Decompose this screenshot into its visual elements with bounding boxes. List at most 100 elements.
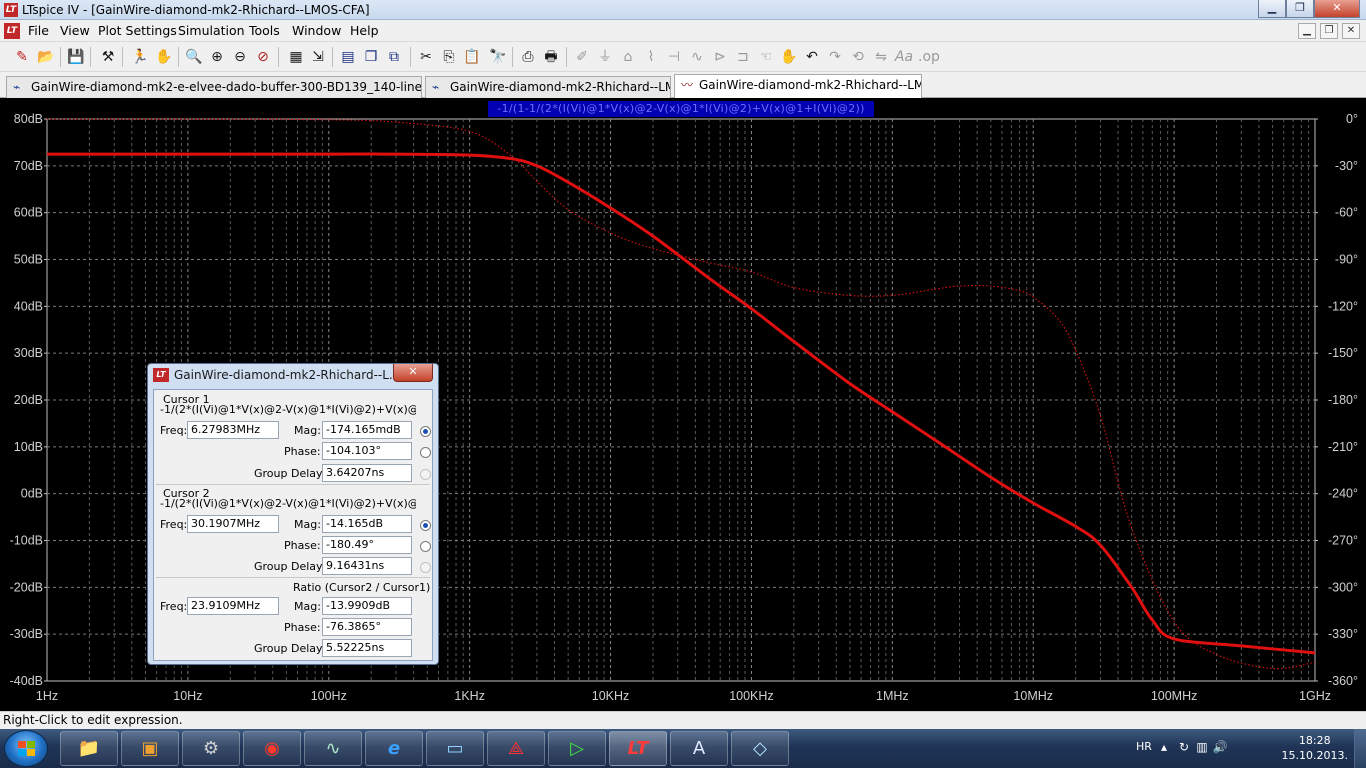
antivirus-icon[interactable]: ◉ (243, 731, 301, 766)
cursor2-freq-label: Freq: (160, 518, 188, 531)
oscilloscope-icon[interactable]: ∿ (304, 731, 362, 766)
save-icon[interactable]: 💾 (66, 47, 86, 67)
cursor2-freq-value[interactable]: 30.1907MHz (187, 515, 279, 533)
mdi-close-button[interactable]: ✕ (1342, 23, 1360, 39)
status-text: Right-Click to edit expression. (3, 713, 183, 727)
label-icon[interactable]: ⌂ (618, 47, 638, 67)
copy-icon[interactable]: ⎘ (439, 47, 459, 67)
cursor-dialog-close-button[interactable]: ✕ (393, 364, 433, 382)
cursor1-phase-radio[interactable] (420, 447, 431, 458)
y-right-tick-label: -150° (1328, 346, 1358, 360)
minimize-button[interactable]: ▁ (1258, 0, 1286, 18)
remote-desktop-icon[interactable]: ▭ (426, 731, 484, 766)
language-indicator[interactable]: HR (1136, 740, 1152, 753)
inductor-icon[interactable]: ∿ (687, 47, 707, 67)
capacitor-icon[interactable]: ⊣ (664, 47, 684, 67)
cursor-dialog[interactable]: LT GainWire-diamond-mk2-Rhichard--L... ✕… (147, 363, 439, 665)
menu-simulation[interactable]: Simulation (178, 23, 245, 38)
mdi-minimize-button[interactable]: ▁ (1298, 23, 1316, 39)
y-left-tick-label: 40dB (14, 299, 43, 313)
move-icon[interactable]: ☜ (756, 47, 776, 67)
menu-plot-settings[interactable]: Plot Settings (98, 23, 177, 38)
redo-icon[interactable]: ↷ (825, 47, 845, 67)
cursor1-freq-value[interactable]: 6.27983MHz (187, 421, 279, 439)
y-left-tick-label: 10dB (14, 440, 43, 454)
cursor2-mag-radio[interactable] (420, 520, 431, 531)
cut-icon[interactable]: ✂ (416, 47, 436, 67)
mirror-icon[interactable]: ⇋ (871, 47, 891, 67)
cursor2-gd-radio[interactable] (420, 562, 431, 573)
drag-icon[interactable]: ✋ (779, 47, 799, 67)
close-all-icon[interactable]: ⧉ (384, 47, 404, 67)
cursor2-phase-radio[interactable] (420, 541, 431, 552)
menu-tools[interactable]: Tools (249, 23, 280, 38)
start-button[interactable] (4, 730, 48, 767)
y-left-tick-label: 30dB (14, 346, 43, 360)
clock[interactable]: 18:28 15.10.2013. (1282, 733, 1348, 763)
acrobat-reader-icon[interactable]: ⟁ (487, 731, 545, 766)
maximize-button[interactable]: ❐ (1286, 0, 1314, 18)
undo-icon[interactable]: ↶ (802, 47, 822, 67)
wordpad-icon[interactable]: A (670, 731, 728, 766)
zoom-in-icon[interactable]: 🔍 (184, 47, 204, 67)
tray-expand-icon[interactable]: ▴ (1156, 739, 1172, 755)
rotate-icon[interactable]: ⟲ (848, 47, 868, 67)
notes-icon[interactable]: ◇ (731, 731, 789, 766)
zoom-cancel-icon[interactable]: ⊘ (253, 47, 273, 67)
ltspice-icon[interactable]: LT (609, 731, 667, 766)
tab-schematic-2[interactable]: ⌁ GainWire-diamond-mk2-Rhichard--LMOS-CF… (425, 76, 671, 98)
ground-icon[interactable]: ⏚ (595, 47, 615, 67)
control-panel-icon[interactable]: ⚒ (98, 47, 118, 67)
find-icon[interactable]: 🔭 (488, 47, 508, 67)
ratio-header: Ratio (Cursor2 / Cursor1) (293, 581, 431, 594)
explorer-icon[interactable]: 📁 (60, 731, 118, 766)
waveform-icon: 〰 (681, 78, 694, 92)
volume-icon[interactable]: 🔊 (1212, 739, 1228, 755)
text-icon[interactable]: Aa (894, 47, 914, 67)
component-icon[interactable]: ⊐ (733, 47, 753, 67)
sim-launcher-icon[interactable]: ▷ (548, 731, 606, 766)
print-icon[interactable]: 🖶 (541, 47, 561, 67)
network-tool-icon[interactable]: ⚙ (182, 731, 240, 766)
app-installer-icon[interactable]: ▣ (121, 731, 179, 766)
run-icon[interactable]: 🏃 (130, 47, 150, 67)
print-setup-icon[interactable]: ⎙ (518, 47, 538, 67)
cursor1-gd-radio[interactable] (420, 469, 431, 480)
tab-schematic-1[interactable]: ⌁ GainWire-diamond-mk2-e-elvee-dado-buff… (6, 76, 422, 98)
halt-icon[interactable]: ✋ (154, 47, 174, 67)
cursor1-mag-radio[interactable] (420, 426, 431, 437)
y-right-tick-label: 0° (1346, 112, 1358, 126)
internet-explorer-icon[interactable]: e (365, 731, 423, 766)
clock-date: 15.10.2013. (1281, 749, 1348, 762)
windows-logo-icon (18, 741, 36, 757)
diode-icon[interactable]: ⊳ (710, 47, 730, 67)
pan-icon[interactable]: ⇲ (308, 47, 328, 67)
zoom-area-icon[interactable]: ⊕ (207, 47, 227, 67)
spice-directive-icon[interactable]: .op (918, 47, 940, 67)
menu-window[interactable]: Window (292, 23, 341, 38)
network-icon[interactable]: ▥ (1194, 739, 1210, 755)
wire-icon[interactable]: ✐ (572, 47, 592, 67)
tab-label: GainWire-diamond-mk2-Rhichard--LMOS-CFA (699, 78, 921, 92)
menu-file[interactable]: File (28, 23, 49, 38)
cascade-icon[interactable]: ❐ (361, 47, 381, 67)
tile-horizontal-icon[interactable]: ▤ (338, 47, 358, 67)
y-right-tick-label: -120° (1328, 299, 1358, 313)
paste-icon[interactable]: 📋 (462, 47, 482, 67)
menu-view[interactable]: View (60, 23, 90, 38)
autorange-icon[interactable]: ▦ (286, 47, 306, 67)
document-menu-icon[interactable]: LT (4, 23, 20, 39)
sync-icon[interactable]: ↻ (1176, 739, 1192, 755)
title-bar: LT LTspice IV - [GainWire-diamond-mk2-Rh… (0, 0, 1366, 20)
mdi-restore-button[interactable]: ❐ (1320, 23, 1338, 39)
trace-expression-label[interactable]: -1/(1-1/(2*(I(Vi)@1*V(x)@2-V(x)@1*I(Vi)@… (488, 101, 874, 117)
menu-help[interactable]: Help (350, 23, 379, 38)
close-button[interactable]: ✕ (1314, 0, 1360, 18)
resistor-icon[interactable]: ⌇ (641, 47, 661, 67)
new-schematic-icon[interactable]: ✎ (12, 47, 32, 67)
open-icon[interactable]: 📂 (36, 47, 56, 67)
tab-waveform[interactable]: 〰 GainWire-diamond-mk2-Rhichard--LMOS-CF… (674, 74, 922, 98)
show-desktop-button[interactable] (1354, 729, 1366, 768)
y-right-tick-label: -90° (1335, 253, 1358, 267)
zoom-out-icon[interactable]: ⊖ (230, 47, 250, 67)
